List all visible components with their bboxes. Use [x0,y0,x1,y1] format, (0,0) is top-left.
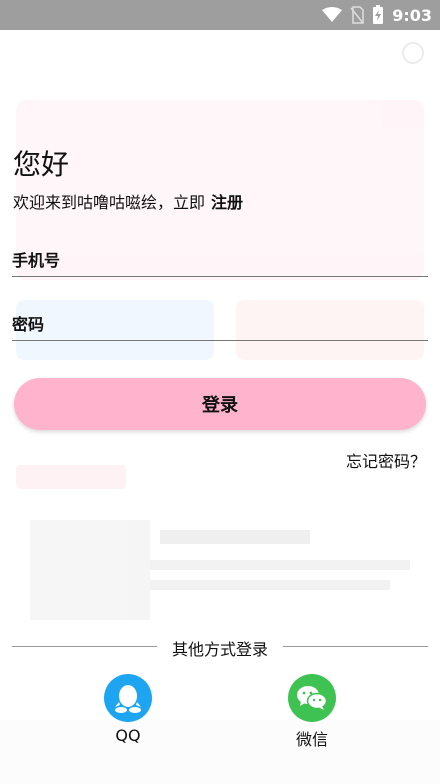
background-search-icon [402,42,424,64]
welcome-message: 欢迎来到咕噜咕嗞绘，立即 注册 [13,189,243,213]
qq-label: QQ [115,726,141,745]
status-bar: 9:03 [0,0,440,30]
other-login-title: 其他方式登录 [171,640,268,659]
page-title: 您好 [13,148,70,181]
other-login-divider: 其他方式登录 [12,634,428,659]
no-sim-icon [350,6,364,24]
status-time: 9:03 [392,5,432,25]
phone-field [12,246,428,277]
wechat-icon-circle [288,674,336,722]
register-link[interactable]: 注册 [211,189,243,213]
background-text-line [160,530,310,544]
background-tab-bar [0,720,440,784]
background-text-line [150,560,410,570]
battery-charging-icon [373,5,384,24]
status-icons: 9:03 [322,4,432,26]
welcome-text: 欢迎来到咕噜咕嗞绘，立即 [13,193,206,212]
login-button[interactable]: 登录 [14,378,426,430]
background-item-image [30,520,150,620]
password-input[interactable] [12,310,428,338]
password-field [12,310,428,341]
wifi-icon [322,7,343,22]
qq-penguin-icon [115,685,141,713]
qq-icon-circle [104,674,152,722]
divider-line [283,646,428,647]
wechat-icon [297,686,328,710]
background-text-line [150,580,390,590]
wechat-login-button[interactable]: 微信 [282,674,342,750]
wechat-label: 微信 [295,730,328,749]
background-tag [16,465,126,489]
qq-login-button[interactable]: QQ [98,674,158,745]
phone-input[interactable] [12,246,428,274]
forgot-password-link[interactable]: 忘记密码？ [346,448,426,472]
